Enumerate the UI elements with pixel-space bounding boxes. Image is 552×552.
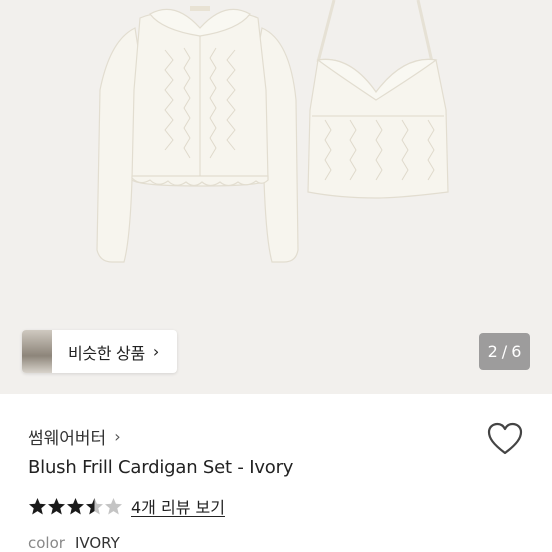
page-total: 6 bbox=[511, 342, 522, 361]
product-image-carousel[interactable]: 비슷한 상품 › 2 / 6 bbox=[0, 0, 552, 394]
color-option: color IVORY bbox=[28, 534, 120, 552]
page-current: 2 bbox=[487, 342, 498, 361]
rating-row: 4개 리뷰 보기 bbox=[28, 494, 225, 518]
similar-products-label: 비슷한 상품 bbox=[68, 343, 145, 363]
shop-name: 썸웨어버터 bbox=[28, 429, 107, 449]
color-label: color bbox=[28, 534, 65, 552]
similar-product-thumbnail bbox=[22, 330, 52, 373]
star-icon bbox=[86, 497, 103, 514]
star-icon bbox=[67, 497, 84, 514]
star-icon bbox=[105, 497, 122, 514]
star-rating bbox=[28, 497, 123, 516]
page-separator: / bbox=[501, 342, 508, 361]
review-link[interactable]: 4개 리뷰 보기 bbox=[131, 494, 225, 518]
product-title: Blush Frill Cardigan Set - Ivory bbox=[28, 457, 294, 478]
chevron-right-icon: › bbox=[114, 427, 121, 446]
star-icon bbox=[29, 497, 46, 514]
chevron-right-icon: › bbox=[152, 342, 160, 361]
image-page-counter: 2 / 6 bbox=[479, 333, 530, 370]
shop-link[interactable]: 썸웨어버터 › bbox=[28, 424, 121, 449]
color-value: IVORY bbox=[74, 534, 120, 552]
similar-products-button[interactable]: 비슷한 상품 › bbox=[22, 330, 177, 373]
star-icon bbox=[48, 497, 65, 514]
heart-icon[interactable] bbox=[487, 422, 523, 456]
